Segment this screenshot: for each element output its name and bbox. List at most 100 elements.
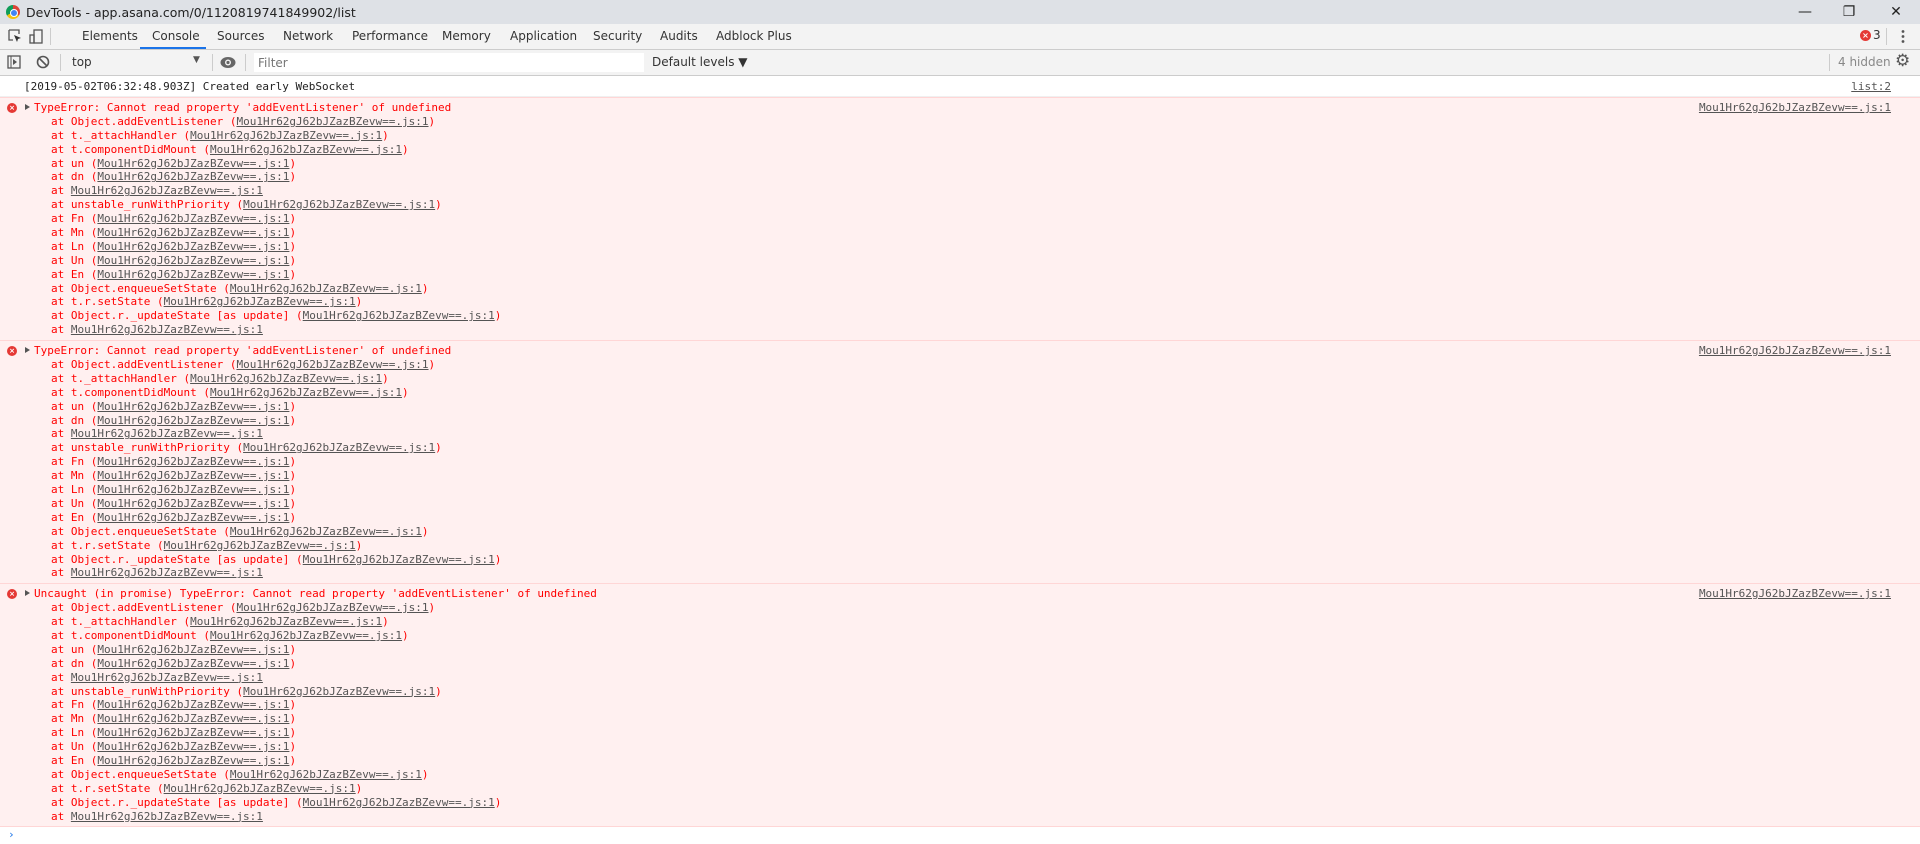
error-source-link[interactable]: Mou1Hr62gJ62bJZazBZevw==.js:1 [1699,587,1891,600]
tab-audits[interactable]: Audits [660,24,698,49]
stack-frame: at Mn (Mou1Hr62gJ62bJZazBZevw==.js:1) [51,226,297,240]
stack-frame-link[interactable]: Mou1Hr62gJ62bJZazBZevw==.js:1 [97,170,289,183]
tab-adblock-plus[interactable]: Adblock Plus [716,24,792,49]
stack-frame-link[interactable]: Mou1Hr62gJ62bJZazBZevw==.js:1 [71,671,263,684]
chrome-logo-icon [6,5,20,19]
stack-frame-link[interactable]: Mou1Hr62gJ62bJZazBZevw==.js:1 [97,712,289,725]
stack-frame-link[interactable]: Mou1Hr62gJ62bJZazBZevw==.js:1 [230,768,422,781]
stack-frame-link[interactable]: Mou1Hr62gJ62bJZazBZevw==.js:1 [243,198,435,211]
stack-frame-link[interactable]: Mou1Hr62gJ62bJZazBZevw==.js:1 [97,497,289,510]
stack-frame-text: dn [70,170,85,184]
console-prompt[interactable]: › [0,826,1920,844]
stack-frame-link[interactable]: Mou1Hr62gJ62bJZazBZevw==.js:1 [303,309,495,322]
tab-elements[interactable]: Elements [82,24,138,49]
live-expression-eye-icon[interactable] [220,56,236,69]
tab-performance[interactable]: Performance [352,24,428,49]
close-button[interactable]: ✕ [1876,0,1916,24]
stack-frame-link[interactable]: Mou1Hr62gJ62bJZazBZevw==.js:1 [243,441,435,454]
inspect-element-icon[interactable] [8,29,22,44]
stack-frame-link[interactable]: Mou1Hr62gJ62bJZazBZevw==.js:1 [97,157,289,170]
tab-console[interactable]: Console [152,24,200,49]
stack-frame-link[interactable]: Mou1Hr62gJ62bJZazBZevw==.js:1 [97,726,289,739]
stack-frame: at t._attachHandler (Mou1Hr62gJ62bJZazBZ… [51,615,389,629]
stack-frame-link[interactable]: Mou1Hr62gJ62bJZazBZevw==.js:1 [97,414,289,427]
stack-frame-link[interactable]: Mou1Hr62gJ62bJZazBZevw==.js:1 [303,553,495,566]
stack-frame-link[interactable]: Mou1Hr62gJ62bJZazBZevw==.js:1 [97,226,289,239]
stack-frame-link[interactable]: Mou1Hr62gJ62bJZazBZevw==.js:1 [97,212,289,225]
tab-security[interactable]: Security [593,24,642,49]
log-levels-dropdown[interactable]: Default levels ▼ [652,55,748,69]
stack-frame: at Mn (Mou1Hr62gJ62bJZazBZevw==.js:1) [51,712,297,726]
stack-frame-text: Object.enqueueSetState [70,281,217,295]
stack-frame-link[interactable]: Mou1Hr62gJ62bJZazBZevw==.js:1 [71,566,263,579]
stack-frame-text: En [70,267,85,281]
stack-frame-link[interactable]: Mou1Hr62gJ62bJZazBZevw==.js:1 [97,754,289,767]
stack-frame-link[interactable]: Mou1Hr62gJ62bJZazBZevw==.js:1 [164,539,356,552]
stack-frame-link[interactable]: Mou1Hr62gJ62bJZazBZevw==.js:1 [164,295,356,308]
stack-frame-link[interactable]: Mou1Hr62gJ62bJZazBZevw==.js:1 [243,685,435,698]
stack-frame-link[interactable]: Mou1Hr62gJ62bJZazBZevw==.js:1 [97,483,289,496]
stack-frame-text: Object.r._updateState [as update] [70,552,290,566]
tab-memory[interactable]: Memory [442,24,491,49]
error-message: TypeError: Cannot read property 'addEven… [0,344,1920,358]
stack-frame-link[interactable]: Mou1Hr62gJ62bJZazBZevw==.js:1 [190,129,382,142]
stack-frame-link[interactable]: Mou1Hr62gJ62bJZazBZevw==.js:1 [71,427,263,440]
stack-frame-link[interactable]: Mou1Hr62gJ62bJZazBZevw==.js:1 [164,782,356,795]
stack-frame-link[interactable]: Mou1Hr62gJ62bJZazBZevw==.js:1 [236,358,428,371]
restore-button[interactable]: ❐ [1829,0,1869,24]
stack-frame-link[interactable]: Mou1Hr62gJ62bJZazBZevw==.js:1 [97,400,289,413]
stack-frame-link[interactable]: Mou1Hr62gJ62bJZazBZevw==.js:1 [210,143,402,156]
stack-frame-link[interactable]: Mou1Hr62gJ62bJZazBZevw==.js:1 [236,115,428,128]
stack-frame-link[interactable]: Mou1Hr62gJ62bJZazBZevw==.js:1 [190,372,382,385]
tab-network[interactable]: Network [283,24,333,49]
clear-console-icon[interactable] [36,55,50,69]
stack-frame-link[interactable]: Mou1Hr62gJ62bJZazBZevw==.js:1 [210,629,402,642]
expand-triangle-icon[interactable] [25,590,30,597]
stack-frame-text: un [70,399,85,413]
stack-frame-link[interactable]: Mou1Hr62gJ62bJZazBZevw==.js:1 [97,254,289,267]
stack-frame-link[interactable]: Mou1Hr62gJ62bJZazBZevw==.js:1 [230,282,422,295]
error-text: TypeError: Cannot read property 'addEven… [34,101,452,114]
stack-frame: at Mou1Hr62gJ62bJZazBZevw==.js:1 [51,809,263,823]
error-source-link[interactable]: Mou1Hr62gJ62bJZazBZevw==.js:1 [1699,344,1891,357]
stack-frame-link[interactable]: Mou1Hr62gJ62bJZazBZevw==.js:1 [97,469,289,482]
stack-frame-link[interactable]: Mou1Hr62gJ62bJZazBZevw==.js:1 [97,268,289,281]
stack-frame-link[interactable]: Mou1Hr62gJ62bJZazBZevw==.js:1 [71,184,263,197]
settings-gear-icon[interactable]: ⚙ [1895,51,1910,71]
stack-frame-link[interactable]: Mou1Hr62gJ62bJZazBZevw==.js:1 [97,455,289,468]
stack-frame-link[interactable]: Mou1Hr62gJ62bJZazBZevw==.js:1 [71,323,263,336]
stack-frame-link[interactable]: Mou1Hr62gJ62bJZazBZevw==.js:1 [190,615,382,628]
prompt-chevron-icon: › [8,828,15,842]
stack-frame-link[interactable]: Mou1Hr62gJ62bJZazBZevw==.js:1 [210,386,402,399]
filter-input[interactable] [254,53,644,72]
log-source-link[interactable]: list:2 [1851,76,1891,97]
more-options-icon[interactable] [1901,29,1905,44]
stack-frame-link[interactable]: Mou1Hr62gJ62bJZazBZevw==.js:1 [97,511,289,524]
show-sidebar-icon[interactable] [7,55,21,69]
minimize-button[interactable]: — [1785,0,1825,24]
stack-frame-link[interactable]: Mou1Hr62gJ62bJZazBZevw==.js:1 [230,525,422,538]
stack-frame-link[interactable]: Mou1Hr62gJ62bJZazBZevw==.js:1 [71,810,263,823]
stack-frame-text: unstable_runWithPriority [70,684,230,698]
error-message: TypeError: Cannot read property 'addEven… [0,101,1920,115]
tab-sources[interactable]: Sources [217,24,264,49]
context-selector[interactable]: top ▼ [66,50,206,75]
tab-application[interactable]: Application [510,24,577,49]
error-source-link[interactable]: Mou1Hr62gJ62bJZazBZevw==.js:1 [1699,101,1891,114]
stack-frame-text: t.componentDidMount [70,385,197,399]
stack-frame-link[interactable]: Mou1Hr62gJ62bJZazBZevw==.js:1 [97,643,289,656]
stack-frame-link[interactable]: Mou1Hr62gJ62bJZazBZevw==.js:1 [97,657,289,670]
stack-frame-link[interactable]: Mou1Hr62gJ62bJZazBZevw==.js:1 [303,796,495,809]
stack-frame-text: dn [70,656,85,670]
error-badge-icon[interactable]: × [1860,30,1871,41]
error-message-group: × TypeError: Cannot read property 'addEve… [0,97,1920,341]
error-count[interactable]: 3 [1873,28,1881,42]
stack-frame: at un (Mou1Hr62gJ62bJZazBZevw==.js:1) [51,642,297,656]
device-toolbar-icon[interactable] [29,29,43,44]
expand-triangle-icon[interactable] [25,347,30,354]
expand-triangle-icon[interactable] [25,104,30,110]
stack-frame-link[interactable]: Mou1Hr62gJ62bJZazBZevw==.js:1 [97,240,289,253]
stack-frame-link[interactable]: Mou1Hr62gJ62bJZazBZevw==.js:1 [97,740,289,753]
stack-frame-link[interactable]: Mou1Hr62gJ62bJZazBZevw==.js:1 [236,601,428,614]
stack-frame-link[interactable]: Mou1Hr62gJ62bJZazBZevw==.js:1 [97,698,289,711]
